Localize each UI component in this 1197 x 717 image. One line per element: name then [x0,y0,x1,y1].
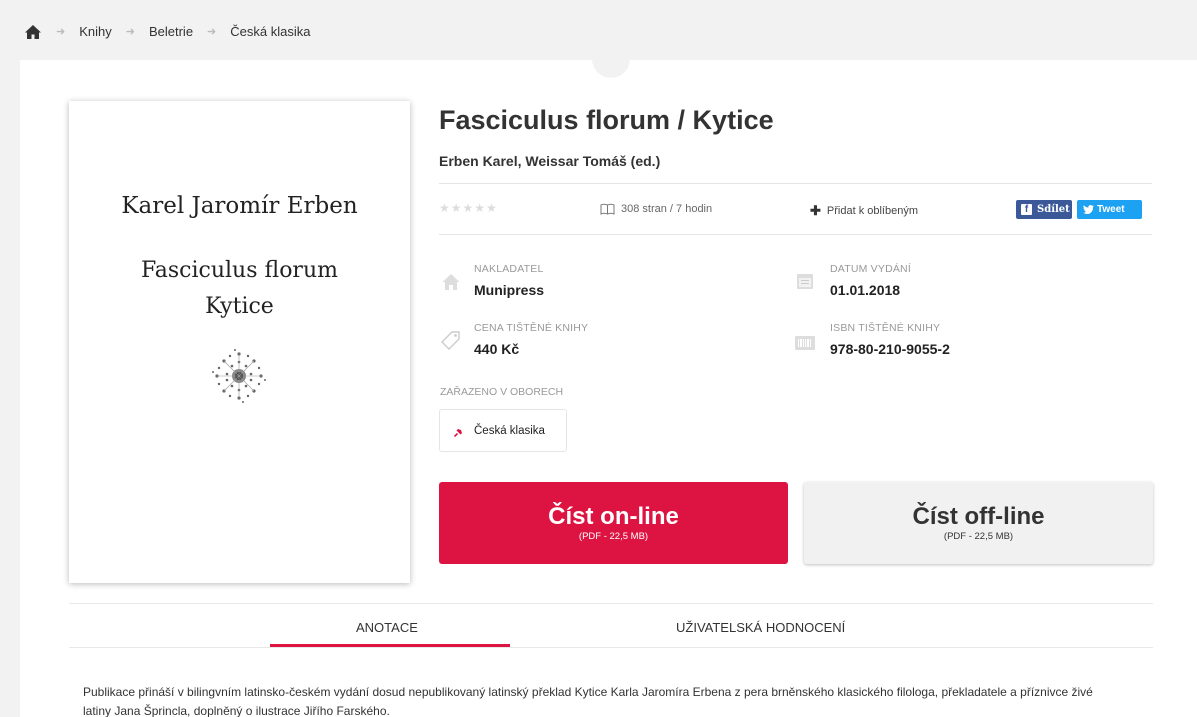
rating-stars[interactable]: ★★★★★ [439,201,498,215]
divider [439,234,1152,235]
annotation-text: Publikace přináší v bilingvním latinsko-… [83,685,1093,717]
price-value: 440 Kč [474,341,520,357]
category-tag[interactable]: Česká klasika [439,409,567,452]
read-offline-label: Číst off-line [912,503,1045,530]
facebook-icon: f [1021,204,1032,215]
twitter-share-label: Tweet [1097,204,1125,215]
twitter-share-button[interactable]: Tweet [1077,200,1142,219]
date-label: DATUM VYDÁNÍ [830,263,911,275]
tabs-divider [69,647,1153,648]
read-online-button[interactable]: Číst on-line (PDF - 22,5 MB) [439,482,788,564]
book-authors[interactable]: Erben Karel, Weissar Tomáš (ed.) [439,153,660,169]
calendar-icon [797,274,813,289]
price-label: CENA TIŠTĚNÉ KNIHY [474,322,589,334]
read-online-label: Číst on-line [548,503,679,530]
cover-title-line1: Fasciculus florum [141,258,338,283]
categories-label: ZAŘAZENO V OBORECH [440,386,564,398]
publisher-value[interactable]: Munipress [474,282,544,298]
plus-icon: ✚ [810,203,821,218]
category-tag-label: Česká klasika [474,424,545,437]
barcode-icon [795,336,815,350]
arrow-right-icon: ➜ [125,26,135,38]
divider [439,183,1152,184]
isbn-value: 978-80-210-9055-2 [830,341,950,357]
add-favorite-button[interactable]: ✚ Přidat k oblíbeným [810,203,918,219]
book-cover[interactable]: Karel Jaromír Erben Fasciculus florum Ky… [69,101,410,583]
tabs-divider [69,603,1153,604]
cover-title-line2: Kytice [205,294,274,319]
tab-annotation[interactable]: ANOTACE [356,620,418,635]
publisher-label: NAKLADATEL [474,263,544,275]
facebook-share-label: Sdílet [1037,204,1070,215]
pin-icon [454,425,465,437]
date-value: 01.01.2018 [830,282,901,298]
home-icon[interactable] [24,24,42,42]
flower-ornament-icon [212,349,266,403]
cover-author: Karel Jaromír Erben [121,193,358,219]
tab-user-reviews[interactable]: UŽIVATELSKÁ HODNOCENÍ [676,620,845,635]
arrow-right-icon: ➜ [56,26,66,38]
add-favorite-label: Přidat k oblíbeným [826,205,919,217]
price-tag-icon [441,331,460,350]
book-title: Fasciculus florum / Kytice [439,105,774,135]
pages-text: 308 stran / 7 hodin [621,203,713,215]
arrow-right-icon: ➜ [207,26,217,38]
isbn-label: ISBN TIŠTĚNÉ KNIHY [830,322,941,334]
pages-info: 308 stran / 7 hodin [600,203,712,215]
read-offline-size: (PDF - 22,5 MB) [943,531,1014,542]
book-open-icon [600,203,615,215]
breadcrumb-item-knihy[interactable]: Knihy [79,24,112,39]
twitter-icon [1083,205,1094,214]
read-online-size: (PDF - 22,5 MB) [578,531,649,542]
breadcrumb-item-beletrie[interactable]: Beletrie [149,24,193,39]
facebook-share-button[interactable]: f Sdílet [1016,200,1072,219]
read-offline-button[interactable]: Číst off-line (PDF - 22,5 MB) [804,482,1153,564]
breadcrumb-item-ceska-klasika[interactable]: Česká klasika [230,24,310,39]
home-icon [442,274,460,290]
